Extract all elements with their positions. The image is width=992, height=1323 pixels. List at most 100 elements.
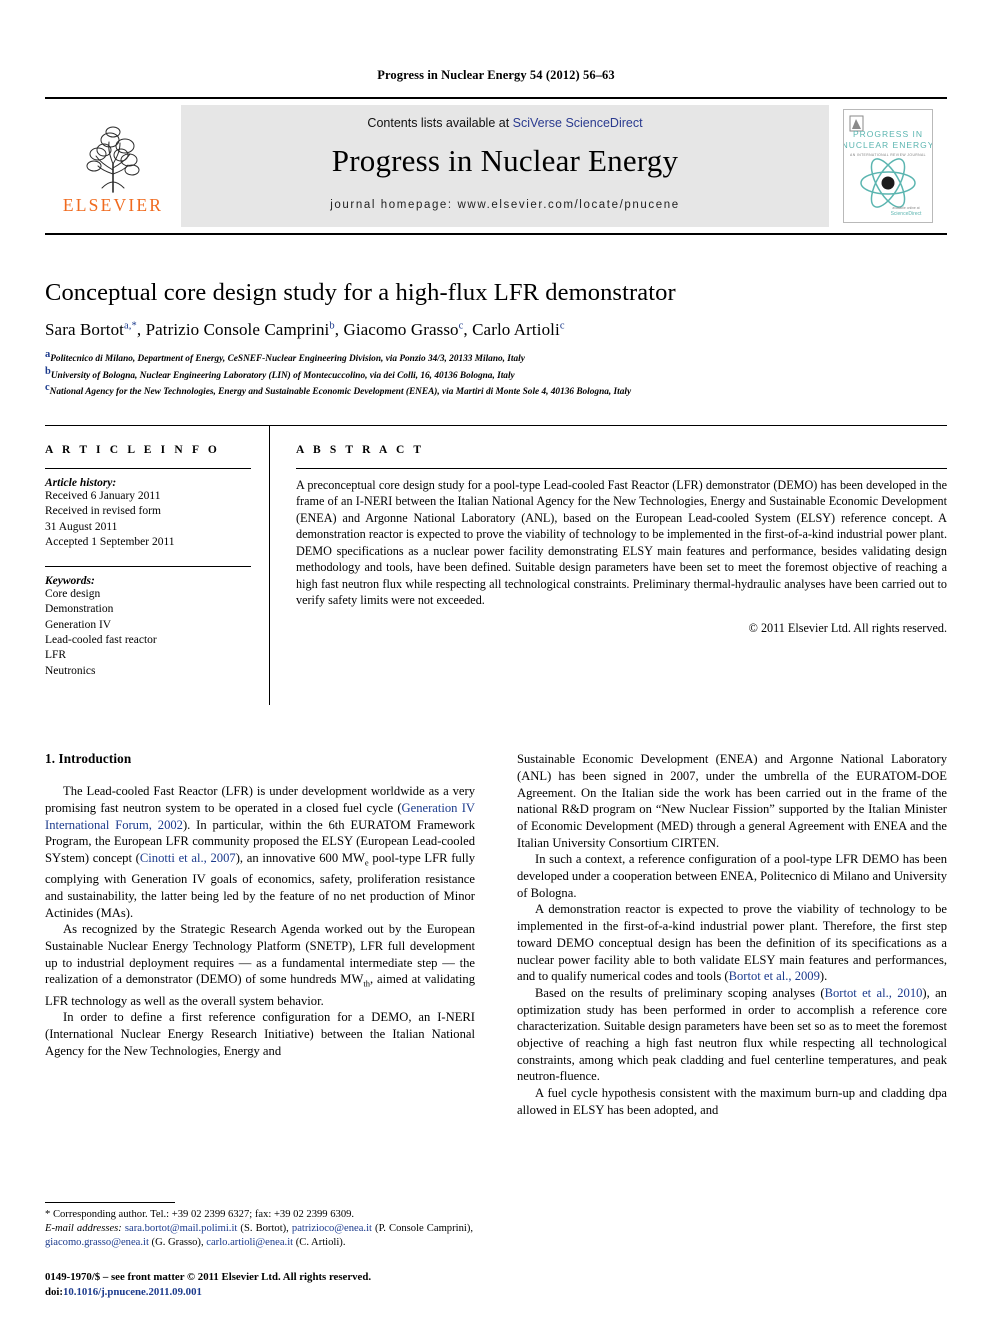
keyword-item: Demonstration [45,603,114,616]
paragraph: In such a context, a reference configura… [517,851,947,901]
svg-text:ScienceDirect: ScienceDirect [891,211,922,217]
paragraph-text: Based on the results of preliminary scop… [535,985,825,1000]
svg-text:AN INTERNATIONAL REVIEW JOURNA: AN INTERNATIONAL REVIEW JOURNAL [850,153,926,157]
abstract-text: A preconceptual core design study for a … [296,478,947,607]
paragraph: Sustainable Economic Development (ENEA) … [517,751,947,851]
svg-text:NUCLEAR ENERGY: NUCLEAR ENERGY [844,140,932,150]
author-affiliation-mark: a,* [124,320,137,332]
email-owner: (P. Console Camprini), [371,1223,473,1234]
article-history-list: Received 6 January 2011 Received in revis… [45,489,251,551]
footnote-area: * Corresponding author. Tel.: +39 02 239… [45,1202,473,1250]
divider [296,468,947,470]
paragraph-text: Sustainable Economic Development (ENEA) … [517,752,947,850]
paragraph-text: In order to define a first reference con… [45,1010,475,1058]
citation-link[interactable]: Cinotti et al., 2007 [140,851,236,865]
affiliation: aPolitecnico di Milano, Department of En… [45,349,525,365]
intro-left-paragraphs: The Lead-cooled Fast Reactor (LFR) is un… [45,783,475,1059]
author-name: Patrizio Console Camprini [145,320,330,339]
email-link[interactable]: sara.bortot@mail.polimi.it [125,1223,237,1234]
divider [45,468,251,470]
divider [45,565,251,567]
keyword-item: Core design [45,587,101,600]
article-info-column: A R T I C L E I N F O Article history: R… [45,426,270,706]
author-name: Giacomo Grasso [343,320,459,339]
elsevier-logo: ELSEVIER [45,99,181,233]
keywords-label: Keywords: [45,574,95,587]
contents-available-line: Contents lists available at SciVerse Sci… [367,116,642,130]
paragraph: A fuel cycle hypothesis consistent with … [517,1085,947,1118]
info-abstract-section: A R T I C L E I N F O Article history: R… [45,425,947,706]
paragraph: Based on the results of preliminary scop… [517,985,947,1085]
keyword-item: LFR [45,649,67,662]
paragraph: A demonstration reactor is expected to p… [517,901,947,985]
svg-text:PROGRESS IN: PROGRESS IN [853,129,923,139]
body-columns: 1. Introduction The Lead-cooled Fast Rea… [45,751,947,1118]
keyword-item: Lead-cooled fast reactor [45,633,157,646]
article-history-item: Accepted 1 September 2011 [45,536,175,549]
section-heading-introduction: 1. Introduction [45,751,132,767]
paragraph-text: ). [819,969,828,984]
sciencedirect-link[interactable]: SciVerse ScienceDirect [513,116,643,130]
running-head: Progress in Nuclear Energy 54 (2012) 56–… [377,68,615,82]
email-owner: (G. Grasso), [148,1237,207,1248]
paragraph-text: In such a context, a reference configura… [517,852,947,900]
journal-cover-block: PROGRESS IN NUCLEAR ENERGY AN INTERNATIO… [829,99,947,233]
journal-article-page: Progress in Nuclear Energy 54 (2012) 56–… [0,0,992,1323]
abstract-heading: A B S T R A C T [296,444,425,457]
journal-homepage[interactable]: journal homepage: www.elsevier.com/locat… [330,199,679,211]
author-affiliation-mark: c [458,320,464,332]
paragraph: The Lead-cooled Fast Reactor (LFR) is un… [45,783,475,921]
author-affiliation-mark: c [559,320,565,332]
author-name: Carlo Artioli [472,320,560,339]
intro-right-paragraphs: Sustainable Economic Development (ENEA) … [517,751,947,1118]
body-column-left: 1. Introduction The Lead-cooled Fast Rea… [45,751,475,1118]
author-list: Sara Bortota,*, Patrizio Console Camprin… [45,320,565,339]
affiliation-list: aPolitecnico di Milano, Department of En… [45,349,947,399]
article-title-block: Conceptual core design study for a high-… [45,235,947,399]
affiliation: bUniversity of Bologna, Nuclear Engineer… [45,365,515,381]
imprint-block: 0149-1970/$ – see front matter © 2011 El… [45,1270,475,1299]
article-info-heading: A R T I C L E I N F O [45,444,220,457]
keywords-list: Core design Demonstration Generation IV Lea… [45,587,251,679]
article-history-item: 31 August 2011 [45,520,118,533]
email-link[interactable]: carlo.artioli@enea.it [206,1237,293,1248]
email-addresses-label: E-mail addresses: [45,1223,125,1234]
elsevier-tree-icon [86,126,140,193]
abstract-column: A B S T R A C T A preconceptual core des… [296,426,947,705]
footnote-divider [45,1202,175,1203]
doi-label: doi: [45,1285,63,1298]
contents-prefix: Contents lists available at [367,116,513,130]
paragraph-text: ), an optimization study has been perfor… [517,985,947,1084]
journal-cover-thumbnail: PROGRESS IN NUCLEAR ENERGY AN INTERNATIO… [843,109,933,223]
abstract-copyright: © 2011 Elsevier Ltd. All rights reserved… [748,621,947,636]
page-title: Conceptual core design study for a high-… [45,279,676,306]
email-link[interactable]: patrizioco@enea.it [292,1223,372,1234]
journal-title: Progress in Nuclear Energy [331,143,679,178]
corresponding-author-note: * Corresponding author. Tel.: +39 02 239… [45,1209,355,1220]
imprint-doi: doi:10.1016/j.pnucene.2011.09.001 [45,1285,475,1299]
author-affiliation-mark: b [329,320,335,332]
author-name: Sara Bortot [45,320,125,339]
article-history-item: Received in revised form [45,505,161,518]
citation-link[interactable]: Bortot et al., 2009 [729,969,820,983]
paragraph: As recognized by the Strategic Research … [45,921,475,1009]
keyword-item: Generation IV [45,618,112,631]
email-owner: (S. Bortot), [237,1223,292,1234]
paragraph-text: A fuel cycle hypothesis consistent with … [517,1086,947,1117]
citation-link[interactable]: Bortot et al., 2010 [825,986,923,1000]
doi-link[interactable]: 10.1016/j.pnucene.2011.09.001 [63,1286,202,1298]
email-owner: (C. Artioli). [293,1237,346,1248]
email-link[interactable]: giacomo.grasso@enea.it [45,1237,149,1248]
imprint-front-matter: 0149-1970/$ – see front matter © 2011 El… [45,1271,372,1284]
cover-art-atom-icon: PROGRESS IN NUCLEAR ENERGY AN INTERNATIO… [844,110,932,222]
svg-text:available online at: available online at [892,206,919,210]
email-addresses-note: E-mail addresses: sara.bortot@mail.polim… [45,1222,473,1250]
keyword-item: Neutronics [45,664,96,677]
elsevier-wordmark: ELSEVIER [62,195,164,215]
journal-band: Contents lists available at SciVerse Sci… [181,105,829,227]
article-history-label: Article history: [45,477,117,490]
affiliation: cNational Agency for the New Technologie… [45,382,632,398]
paragraph: In order to define a first reference con… [45,1009,475,1059]
journal-masthead: ELSEVIER Contents lists available at Sci… [45,97,947,235]
paragraph-text: As recognized by the Strategic Research … [45,922,475,1008]
